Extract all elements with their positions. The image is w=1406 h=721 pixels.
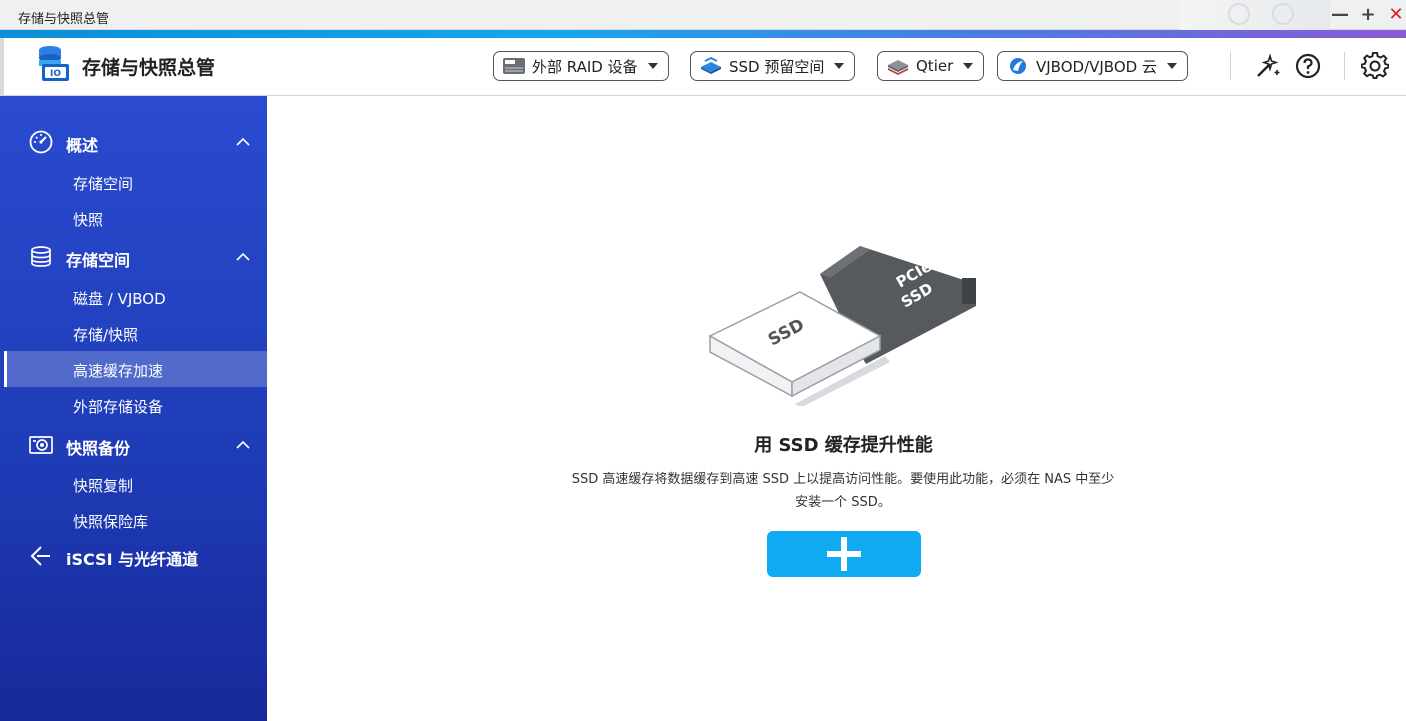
sidebar-item-snapshot-vault[interactable]: 快照保险库 [4, 502, 267, 538]
sidebar-item-label: 存储空间 [73, 175, 134, 193]
chevron-up-icon [236, 137, 250, 146]
sidebar-section-snapshot-backup[interactable]: 快照备份 [0, 427, 267, 463]
accent-line [0, 30, 1406, 38]
raid-device-icon [503, 58, 525, 74]
description-line: 安装一个 SSD。 [795, 495, 891, 510]
sidebar-item-external-storage[interactable]: 外部存储设备 [4, 387, 267, 423]
svg-text:IO: IO [50, 69, 61, 79]
chevron-down-icon [1166, 63, 1177, 69]
sidebar-item-label: 快照 [73, 211, 104, 229]
sidebar-item-label: 高速缓存加速 [73, 362, 164, 380]
ghost-gear-icon [1272, 3, 1294, 25]
chevron-down-icon [834, 63, 845, 69]
vjbod-cloud-label: VJBOD/VJBOD 云 [1036, 57, 1157, 76]
ssd-overprovision-button[interactable]: SSD 预留空间 [690, 51, 856, 81]
sidebar-item-storage-snapshots[interactable]: 存储/快照 [4, 315, 267, 351]
maximize-button[interactable]: + [1358, 5, 1378, 25]
main-content: PCIe SSD SSD 用 SSD 缓存提升性能 SSD 高速缓存将数据缓存到… [267, 96, 1406, 721]
empty-state-description: SSD 高速缓存将数据缓存到高速 SSD 上以提高访问性能。要使用此功能，必须在… [537, 468, 1149, 514]
chevron-up-icon [236, 440, 250, 449]
sidebar: 概述 存储空间 快照 存储空间 磁盘 / VJBOD 存储/快照 高速缓存加速 … [0, 96, 267, 721]
sidebar-item-storage-space[interactable]: 存储空间 [4, 164, 267, 200]
close-button[interactable]: ✕ [1386, 5, 1406, 25]
sidebar-section-label: iSCSI 与光纤通道 [66, 550, 199, 569]
sidebar-item-label: 外部存储设备 [73, 398, 164, 416]
header-divider [1230, 52, 1231, 80]
iscsi-icon [30, 546, 50, 566]
database-icon [31, 246, 51, 267]
chevron-down-icon [963, 63, 974, 69]
header-divider [1344, 52, 1345, 80]
app-logo-icon: IO [39, 46, 69, 81]
window-title: 存储与快照总管 [18, 12, 110, 27]
sidebar-item-snapshot-replica[interactable]: 快照复制 [4, 466, 267, 502]
sidebar-item-disks-vjbod[interactable]: 磁盘 / VJBOD [4, 279, 267, 315]
help-icon[interactable] [1294, 52, 1322, 80]
sidebar-section-iscsi[interactable]: iSCSI 与光纤通道 [0, 538, 267, 574]
vjbod-cloud-icon [1010, 58, 1026, 74]
qtier-label: Qtier [916, 57, 954, 75]
empty-state-title: 用 SSD 缓存提升性能 [754, 435, 933, 456]
sidebar-item-label: 快照复制 [73, 477, 134, 495]
sidebar-item-label: 磁盘 / VJBOD [73, 290, 166, 308]
sidebar-section-label: 存储空间 [66, 251, 131, 270]
background-window-ghost [1180, 0, 1330, 30]
sidebar-item-snapshot[interactable]: 快照 [4, 200, 267, 236]
chevron-up-icon [236, 252, 250, 261]
window-title-bar: 存储与快照总管 — + ✕ [0, 0, 1406, 30]
sidebar-item-label: 存储/快照 [73, 326, 139, 344]
external-raid-button[interactable]: 外部 RAID 设备 [493, 51, 669, 81]
sidebar-section-storage[interactable]: 存储空间 [0, 239, 267, 275]
sidebar-section-label: 概述 [66, 136, 99, 155]
sidebar-section-label: 快照备份 [66, 439, 131, 458]
ssd-overprovision-icon [701, 57, 721, 74]
app-header: IO 存储与快照总管 外部 RAID 设备 SSD 预留空间 Qtier VJB… [0, 38, 1406, 96]
minimize-button[interactable]: — [1330, 5, 1350, 25]
sidebar-item-cache-acceleration[interactable]: 高速缓存加速 [4, 351, 267, 387]
ssd-overprovision-label: SSD 预留空间 [729, 57, 825, 76]
vjbod-cloud-button[interactable]: VJBOD/VJBOD 云 [997, 51, 1188, 81]
ssd-pcie-illustration: PCIe SSD SSD [708, 246, 976, 406]
qtier-button[interactable]: Qtier [877, 51, 985, 81]
add-ssd-cache-button[interactable] [767, 531, 921, 577]
sidebar-item-label: 快照保险库 [73, 513, 149, 531]
sidebar-section-overview[interactable]: 概述 [0, 124, 267, 160]
chevron-down-icon [647, 63, 658, 69]
description-line: SSD 高速缓存将数据缓存到高速 SSD 上以提高访问性能。要使用此功能，必须在… [571, 472, 1115, 487]
wand-icon[interactable] [1253, 52, 1281, 80]
dashboard-gauge-icon [29, 130, 53, 154]
app-title: 存储与快照总管 [82, 57, 216, 79]
qtier-icon [888, 60, 908, 75]
external-raid-label: 外部 RAID 设备 [532, 57, 638, 76]
ghost-circle-icon [1228, 3, 1250, 25]
settings-icon[interactable] [1361, 52, 1389, 80]
snapshot-backup-icon [29, 436, 53, 454]
